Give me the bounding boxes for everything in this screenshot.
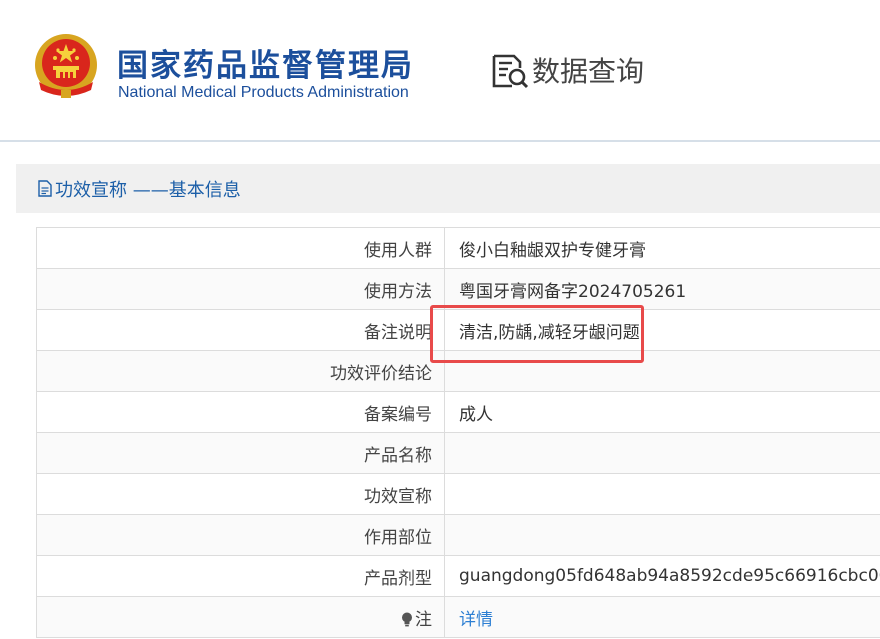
field-label: 产品剂型	[36, 555, 445, 597]
details-link[interactable]: 详情	[459, 610, 493, 630]
data-query-link[interactable]: 数据查询	[490, 50, 644, 90]
panel-title: 功效宣称 ——基本信息	[55, 179, 241, 201]
field-value: 详情	[444, 596, 880, 638]
field-value: 粤国牙膏网备字2024705261	[444, 268, 880, 310]
table-row: 注 详情	[36, 596, 880, 638]
field-value: 清洁,防龋,减轻牙龈问题	[444, 309, 880, 351]
header-divider	[0, 140, 880, 142]
field-label: 备注说明	[36, 309, 445, 351]
field-label: 产品名称	[36, 432, 445, 474]
basic-info-table: 使用人群 俊小白釉龈双护专健牙膏 使用方法 粤国牙膏网备字2024705261 …	[36, 227, 880, 638]
table-row: 产品剂型 guangdong05fd648ab94a8592cde95c6691…	[36, 555, 880, 597]
org-name-cn: 国家药品监督管理局	[117, 48, 414, 84]
field-label: 作用部位	[36, 514, 445, 556]
document-icon	[38, 180, 52, 197]
info-panel: 功效宣称 ——基本信息 使用人群 俊小白釉龈双护专健牙膏 使用方法 粤国牙膏网备…	[16, 164, 880, 639]
data-query-label: 数据查询	[532, 55, 645, 88]
table-row: 备注说明 清洁,防龋,减轻牙龈问题	[36, 309, 880, 351]
field-value	[444, 432, 880, 474]
field-label-note: 注	[36, 596, 445, 638]
data-query-icon	[492, 54, 529, 89]
field-label: 功效评价结论	[36, 350, 445, 392]
table-row: 备案编号 成人	[36, 391, 880, 433]
table-row: 使用方法 粤国牙膏网备字2024705261	[36, 268, 880, 310]
field-value	[444, 514, 880, 556]
table-row: 使用人群 俊小白釉龈双护专健牙膏	[36, 227, 880, 269]
org-name-en: National Medical Products Administration	[118, 84, 409, 101]
field-value	[444, 473, 880, 515]
site-header: 国家药品监督管理局 National Medical Products Admi…	[0, 0, 880, 140]
field-label: 备案编号	[36, 391, 445, 433]
national-emblem-icon	[35, 34, 97, 98]
field-value: guangdong05fd648ab94a8592cde95c66916cbc0…	[444, 555, 880, 597]
note-label: 注	[415, 609, 432, 630]
field-value	[444, 350, 880, 392]
field-label: 使用方法	[36, 268, 445, 310]
panel-header: 功效宣称 ——基本信息	[16, 164, 880, 213]
field-value: 俊小白釉龈双护专健牙膏	[444, 227, 880, 269]
field-label: 使用人群	[36, 227, 445, 269]
field-value: 成人	[444, 391, 880, 433]
table-row: 作用部位	[36, 514, 880, 556]
field-label: 功效宣称	[36, 473, 445, 515]
table-row: 产品名称	[36, 432, 880, 474]
table-row: 功效宣称	[36, 473, 880, 515]
panel-body: 使用人群 俊小白釉龈双护专健牙膏 使用方法 粤国牙膏网备字2024705261 …	[16, 213, 880, 639]
lightbulb-icon	[402, 612, 412, 626]
table-row: 功效评价结论	[36, 350, 880, 392]
